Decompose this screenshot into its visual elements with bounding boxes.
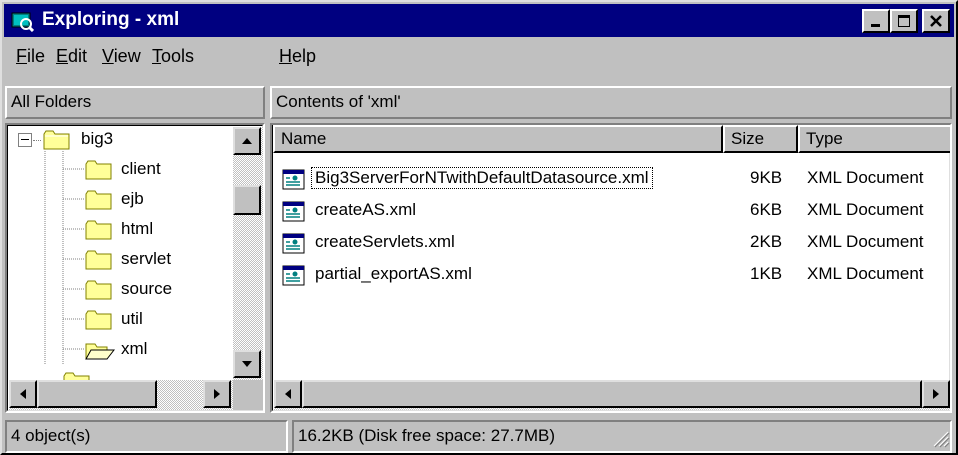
column-header-size[interactable]: Size — [723, 125, 798, 153]
menu-bar: File Edit View Tools Help — [4, 39, 954, 73]
menu-edit[interactable]: Edit — [56, 46, 87, 67]
file-list[interactable]: Name Size Type Big3ServerForNTwithDefaul… — [270, 123, 952, 413]
folder-icon — [43, 130, 70, 150]
explorer-icon[interactable] — [10, 10, 34, 32]
tree-horizontal-scrollbar[interactable] — [9, 380, 233, 410]
scroll-left-button[interactable] — [9, 380, 37, 408]
tree-vertical-scrollbar[interactable] — [233, 127, 263, 380]
arrow-right-icon — [933, 389, 939, 399]
status-object-count: 4 object(s) — [5, 420, 288, 453]
xml-document-icon — [282, 169, 305, 190]
explorer-window: Exploring - xml File Edit View Tools Hel… — [0, 0, 958, 455]
scroll-thumb[interactable] — [302, 380, 922, 408]
column-header-type[interactable]: Type — [798, 125, 950, 153]
close-button[interactable] — [922, 9, 950, 33]
resize-grip-icon[interactable] — [930, 428, 950, 448]
folder-icon — [85, 160, 112, 180]
scroll-left-button[interactable] — [274, 380, 302, 408]
folder-icon — [85, 250, 112, 270]
arrow-left-icon — [285, 389, 291, 399]
scroll-right-button[interactable] — [203, 380, 231, 408]
menu-tools[interactable]: Tools — [152, 46, 194, 67]
menu-help[interactable]: Help — [279, 46, 316, 67]
all-folders-header: All Folders — [5, 86, 265, 119]
title-bar[interactable]: Exploring - xml — [4, 4, 954, 37]
status-disk-space: 16.2KB (Disk free space: 27.7MB) — [292, 420, 952, 453]
folder-icon — [85, 280, 112, 300]
xml-document-icon — [282, 233, 305, 254]
menu-file[interactable]: File — [16, 46, 45, 67]
column-header-name[interactable]: Name — [273, 125, 723, 153]
list-horizontal-scrollbar[interactable] — [274, 380, 950, 410]
folder-icon — [85, 220, 112, 240]
arrow-left-icon — [20, 389, 26, 399]
scroll-right-button[interactable] — [922, 380, 950, 408]
maximize-button[interactable] — [890, 9, 918, 33]
scroll-up-button[interactable] — [233, 127, 261, 155]
minimize-icon — [871, 24, 880, 27]
xml-document-icon — [282, 201, 305, 222]
scroll-thumb[interactable] — [233, 185, 261, 215]
open-folder-icon — [85, 343, 115, 360]
menu-view[interactable]: View — [102, 46, 141, 67]
folder-icon — [85, 310, 112, 330]
folder-tree[interactable]: big3 client ejb html servlet source util — [5, 123, 265, 413]
arrow-down-icon — [242, 361, 252, 367]
file-row[interactable]: createServlets.xml 2KB XML Document — [282, 229, 950, 259]
file-row[interactable]: partial_exportAS.xml 1KB XML Document — [282, 261, 950, 291]
folder-icon — [85, 190, 112, 210]
scroll-down-button[interactable] — [233, 350, 261, 378]
minimize-button[interactable] — [862, 9, 890, 33]
window-title: Exploring - xml — [42, 9, 180, 30]
collapse-toggle[interactable] — [18, 133, 32, 147]
maximize-icon — [898, 15, 910, 27]
xml-document-icon — [282, 265, 305, 286]
arrow-up-icon — [242, 138, 252, 144]
close-icon — [930, 15, 942, 27]
arrow-right-icon — [214, 389, 220, 399]
scroll-thumb[interactable] — [37, 380, 157, 408]
file-row[interactable]: Big3ServerForNTwithDefaultDatasource.xml… — [282, 165, 950, 195]
contents-header: Contents of 'xml' — [270, 86, 952, 119]
file-row[interactable]: createAS.xml 6KB XML Document — [282, 197, 950, 227]
